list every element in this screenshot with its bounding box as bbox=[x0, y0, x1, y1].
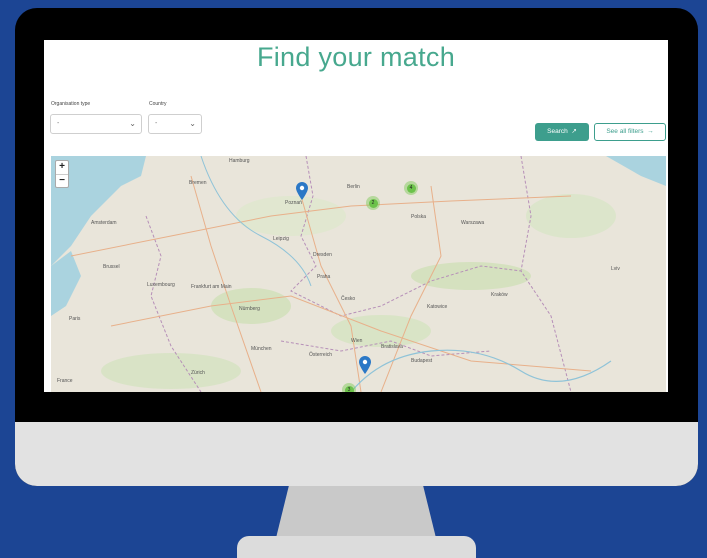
map-label: Praha bbox=[317, 274, 331, 280]
country-select[interactable]: - ⌄ bbox=[148, 114, 202, 134]
country-value: - bbox=[155, 120, 158, 127]
chevron-down-icon: ⌄ bbox=[129, 119, 136, 128]
organisation-type-label: Organisation type bbox=[51, 101, 91, 107]
map-label: Katowice bbox=[427, 304, 448, 310]
map-label: Budapest bbox=[411, 358, 433, 364]
arrow-up-right-icon: ↗ bbox=[569, 128, 577, 135]
border-line bbox=[290, 156, 522, 317]
forest-area bbox=[101, 353, 241, 389]
map-label: Bremen bbox=[189, 180, 207, 186]
map-label: Nürnberg bbox=[239, 306, 260, 312]
river bbox=[350, 349, 612, 392]
map-label: Dresden bbox=[313, 252, 332, 258]
map-label: Berlin bbox=[347, 184, 360, 190]
map-label: Lviv bbox=[611, 266, 620, 272]
cluster-count: 4 bbox=[406, 183, 416, 193]
map[interactable]: Hamburg Bremen Amsterdam Berlin Poznań W… bbox=[51, 156, 666, 392]
map-label: Poznań bbox=[285, 200, 302, 206]
cluster-count: 2 bbox=[368, 198, 378, 208]
map-label: Bratislava bbox=[381, 344, 403, 350]
map-pin-icon[interactable] bbox=[359, 356, 371, 374]
monitor-stand-neck bbox=[276, 486, 436, 538]
map-label: France bbox=[57, 378, 73, 384]
map-label: Kraków bbox=[491, 292, 508, 298]
map-label: Wien bbox=[351, 338, 363, 344]
baltic-sea bbox=[606, 156, 666, 186]
map-label: Česko bbox=[341, 296, 356, 302]
monitor-frame: Find your match Organisation type - ⌄ Co… bbox=[15, 8, 698, 486]
zoom-control: + − bbox=[55, 160, 69, 188]
map-pin-icon[interactable] bbox=[296, 182, 308, 200]
map-label: Leipzig bbox=[273, 236, 289, 242]
see-all-filters-button[interactable]: See all filters → bbox=[594, 123, 666, 141]
zoom-in-button[interactable]: + bbox=[56, 161, 68, 175]
map-label: München bbox=[251, 346, 272, 352]
forest-area bbox=[526, 194, 616, 238]
screen: Find your match Organisation type - ⌄ Co… bbox=[44, 40, 668, 392]
see-all-filters-label: See all filters bbox=[606, 128, 644, 135]
marker-cluster[interactable]: 2 bbox=[366, 196, 380, 210]
map-label: Luxembourg bbox=[147, 282, 175, 288]
map-label: Zürich bbox=[191, 370, 205, 376]
cluster-count: 3 bbox=[344, 385, 354, 392]
marker-cluster[interactable]: 4 bbox=[404, 181, 418, 195]
chevron-down-icon: ⌄ bbox=[189, 119, 196, 128]
map-label: Hamburg bbox=[229, 158, 250, 164]
page-title: Find your match bbox=[256, 42, 456, 72]
search-button-label: Search bbox=[547, 128, 568, 135]
zoom-out-button[interactable]: − bbox=[56, 175, 68, 188]
map-label: Paris bbox=[69, 316, 81, 322]
marker-cluster[interactable]: 3 bbox=[342, 383, 356, 392]
map-label: Warszawa bbox=[461, 220, 485, 226]
forest-area bbox=[411, 262, 531, 290]
map-label: Amsterdam bbox=[91, 220, 117, 226]
monitor-stand-base bbox=[237, 536, 476, 558]
arrow-right-icon: → bbox=[645, 128, 654, 135]
organisation-type-value: - bbox=[57, 120, 60, 127]
country-label: Country bbox=[149, 101, 167, 107]
map-label: Brussel bbox=[103, 264, 120, 270]
monitor-chin bbox=[15, 422, 698, 486]
organisation-type-select[interactable]: - ⌄ bbox=[50, 114, 142, 134]
map-label: Österreich bbox=[309, 352, 333, 358]
map-label: Polska bbox=[411, 214, 427, 220]
search-button[interactable]: Search ↗ bbox=[535, 123, 589, 141]
map-label: Frankfurt am Main bbox=[191, 284, 232, 290]
